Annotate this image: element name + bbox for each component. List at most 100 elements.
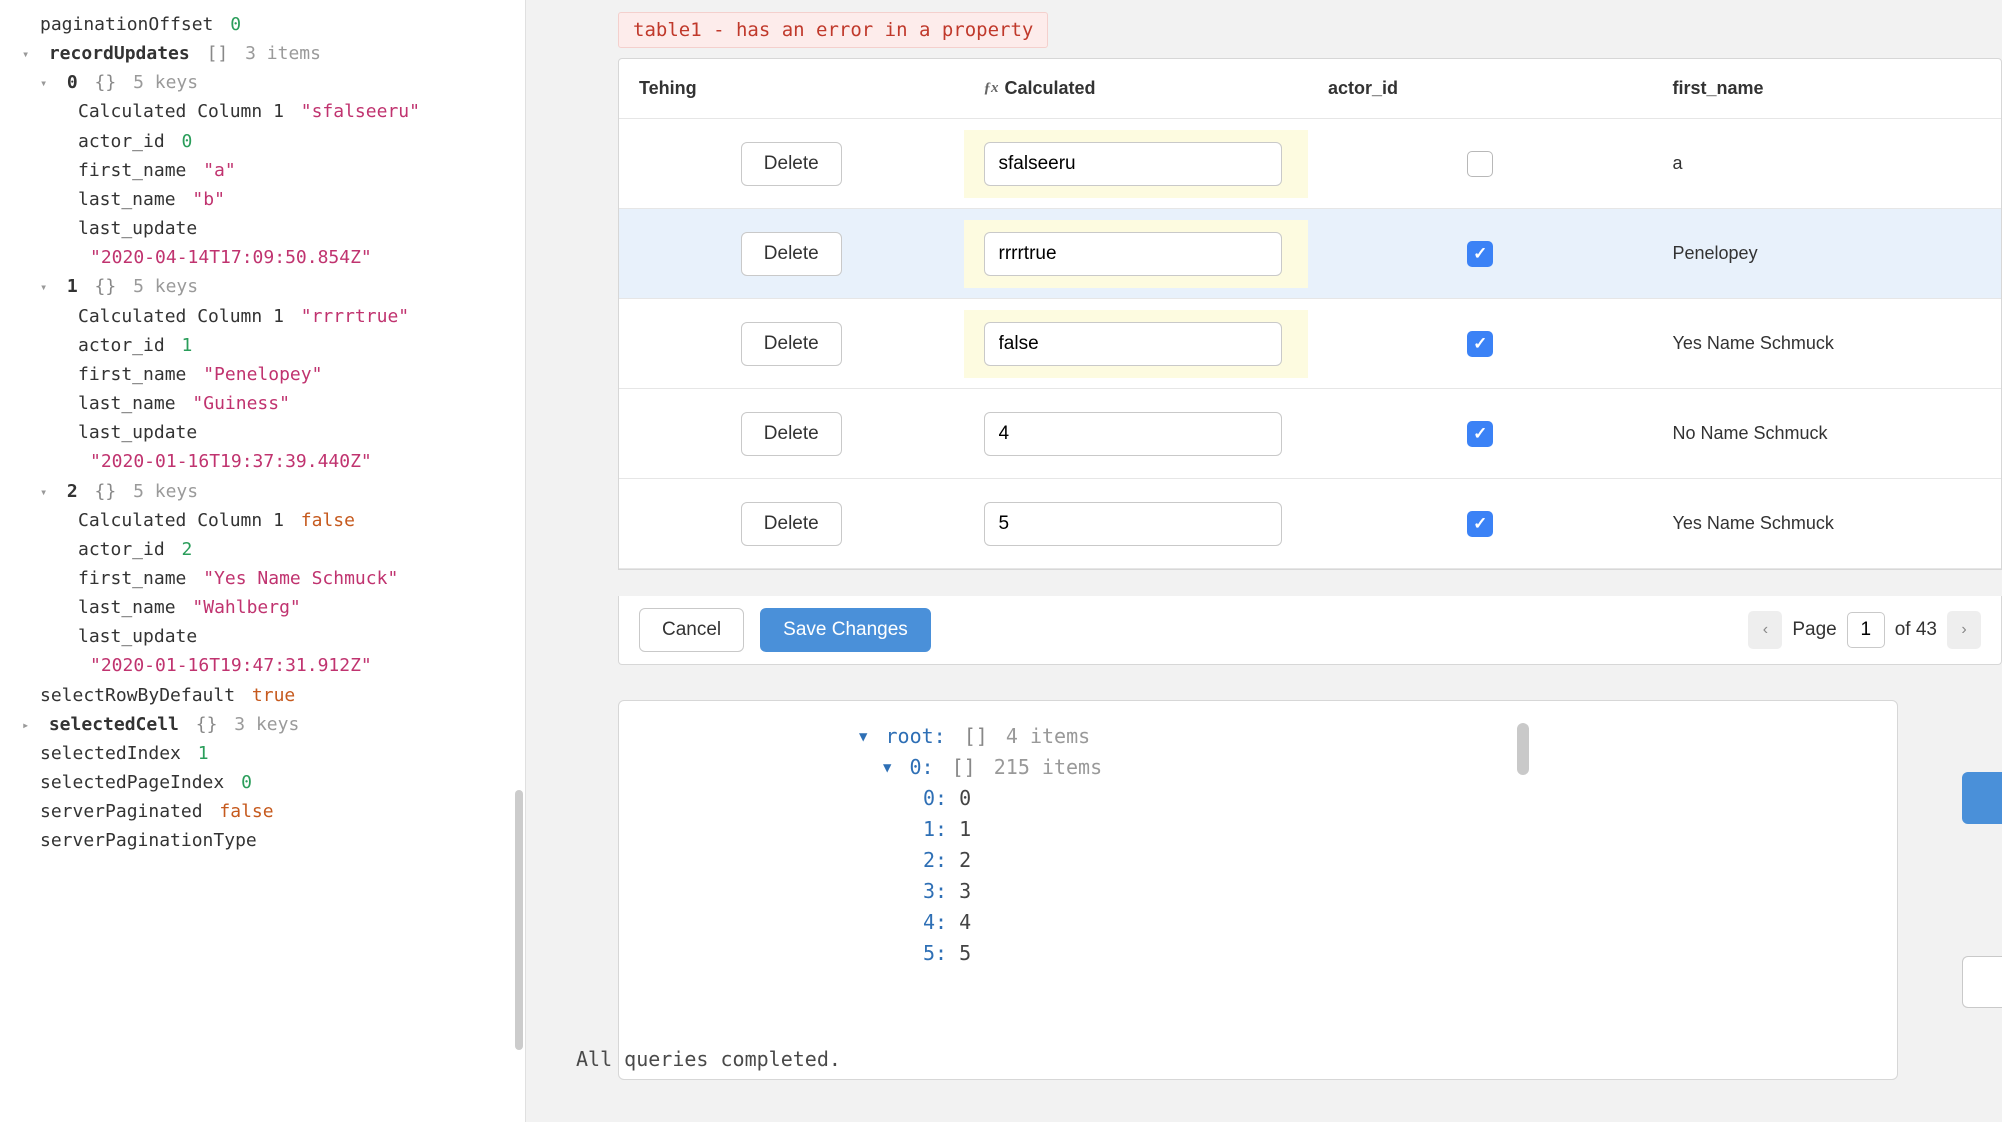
sidebar-scrollbar-thumb[interactable] [515,790,523,1050]
pagination: ‹ Page of 43 › [1748,611,1981,649]
record-2-header[interactable]: ▾ 2 {} 5 keys [0,477,525,506]
cell-calculated [964,310,1309,378]
calculated-input[interactable] [984,412,1282,456]
caret-down-icon[interactable]: ▼ [859,727,867,749]
delete-button[interactable]: Delete [741,232,842,276]
actor-checkbox[interactable] [1467,421,1493,447]
caret-right-icon[interactable]: ▸ [22,716,36,735]
cell-actor-id [1308,229,1653,279]
save-changes-button[interactable]: Save Changes [760,608,931,652]
chevron-right-icon: › [1961,621,1966,639]
cell-tehing: Delete [619,310,964,378]
calculated-input[interactable] [984,142,1282,186]
delete-button[interactable]: Delete [741,142,842,186]
cell-first-name[interactable]: No Name Schmuck [1653,411,2002,456]
cell-first-name[interactable]: Yes Name Schmuck [1653,321,2002,366]
col-header-actor-id[interactable]: actor_id [1308,66,1653,111]
record-1-first[interactable]: first_name "Penelopey" [0,360,525,389]
cancel-button[interactable]: Cancel [639,608,744,652]
delete-button[interactable]: Delete [741,412,842,456]
json-item[interactable]: 1: 1 [923,814,1619,845]
record-1-upd-key[interactable]: last_update [0,418,525,447]
prop-selectedIndex[interactable]: selectedIndex 1 [0,739,525,768]
prop-serverPaginationType[interactable]: serverPaginationType [0,826,525,855]
caret-down-icon[interactable]: ▾ [40,483,54,502]
record-2-upd-key[interactable]: last_update [0,622,525,651]
prop-selectRowByDefault[interactable]: selectRowByDefault true [0,681,525,710]
cell-first-name[interactable]: Penelopey [1653,231,2002,276]
right-edge-secondary-button[interactable] [1962,956,2002,1008]
record-1-calc[interactable]: Calculated Column 1 "rrrrtrue" [0,302,525,331]
json-preview-panel[interactable]: ▼ root: [] 4 items ▼ 0: [] 215 items 0: … [618,700,1898,1080]
table-row[interactable]: Delete a [619,119,2001,209]
record-2-calc[interactable]: Calculated Column 1 false [0,506,525,535]
record-2-last[interactable]: last_name "Wahlberg" [0,593,525,622]
cell-first-name[interactable]: a [1653,141,2002,186]
prop-paginationOffset[interactable]: paginationOffset 0 [0,10,525,39]
caret-down-icon[interactable]: ▾ [40,278,54,297]
caret-down-icon[interactable]: ▾ [40,74,54,93]
table-row[interactable]: Delete Yes Name Schmuck [619,299,2001,389]
cell-calculated [964,490,1309,558]
cell-calculated [964,130,1309,198]
record-0-actor[interactable]: actor_id 0 [0,127,525,156]
record-0-last[interactable]: last_name "b" [0,185,525,214]
record-1-upd-val: "2020-01-16T19:37:39.440Z" [0,447,525,476]
record-2-actor[interactable]: actor_id 2 [0,535,525,564]
page-input[interactable] [1847,612,1885,648]
cell-first-name[interactable]: Yes Name Schmuck [1653,501,2002,546]
inspector-tree[interactable]: paginationOffset 0 ▾ recordUpdates [] 3 … [0,10,525,1122]
fx-icon: ƒx [984,80,999,97]
caret-down-icon[interactable]: ▼ [883,758,891,780]
page-prev-button[interactable]: ‹ [1748,611,1782,649]
prop-selectedPageIndex[interactable]: selectedPageIndex 0 [0,768,525,797]
record-2-first[interactable]: first_name "Yes Name Schmuck" [0,564,525,593]
col-header-first-name[interactable]: first_name [1653,66,2002,111]
prop-selectedCell[interactable]: ▸ selectedCell {} 3 keys [0,710,525,739]
prop-recordUpdates[interactable]: ▾ recordUpdates [] 3 items [0,39,525,68]
record-0-upd-key[interactable]: last_update [0,214,525,243]
json-item[interactable]: 0: 0 [923,783,1619,814]
calculated-input[interactable] [984,232,1282,276]
actor-checkbox[interactable] [1467,241,1493,267]
calculated-input[interactable] [984,322,1282,366]
table-footer: Cancel Save Changes ‹ Page of 43 › [618,596,2002,665]
calculated-input[interactable] [984,502,1282,546]
chevron-left-icon: ‹ [1763,621,1768,639]
actor-checkbox[interactable] [1467,151,1493,177]
json-tree[interactable]: ▼ root: [] 4 items ▼ 0: [] 215 items 0: … [859,721,1619,1051]
json-item[interactable]: 4: 4 [923,907,1619,938]
component-error-chip[interactable]: table1 - has an error in a property [618,12,1048,48]
table1[interactable]: Tehing ƒx Calculated actor_id first_name… [618,58,2002,570]
record-0-calc[interactable]: Calculated Column 1 "sfalseeru" [0,97,525,126]
actor-checkbox[interactable] [1467,331,1493,357]
record-1-header[interactable]: ▾ 1 {} 5 keys [0,272,525,301]
cell-actor-id [1308,499,1653,549]
record-0-header[interactable]: ▾ 0 {} 5 keys [0,68,525,97]
cell-calculated [964,220,1309,288]
record-0-upd-val: "2020-04-14T17:09:50.854Z" [0,243,525,272]
table-row[interactable]: Delete No Name Schmuck [619,389,2001,479]
table-row[interactable]: Delete Penelopey [619,209,2001,299]
delete-button[interactable]: Delete [741,502,842,546]
right-edge-primary-button[interactable] [1962,772,2002,824]
left-inspector-panel: paginationOffset 0 ▾ recordUpdates [] 3 … [0,0,526,1122]
col-header-tehing[interactable]: Tehing [619,66,964,111]
cell-calculated [964,400,1309,468]
status-bar: All queries completed. [576,1047,841,1071]
json-item[interactable]: 2: 2 [923,845,1619,876]
record-0-first[interactable]: first_name "a" [0,156,525,185]
page-next-button[interactable]: › [1947,611,1981,649]
actor-checkbox[interactable] [1467,511,1493,537]
json-item[interactable]: 3: 3 [923,876,1619,907]
json-scrollbar-thumb[interactable] [1517,723,1529,775]
json-item[interactable]: 5: 5 [923,938,1619,969]
caret-down-icon[interactable]: ▾ [22,45,36,64]
table-row[interactable]: Delete Yes Name Schmuck [619,479,2001,569]
record-1-last[interactable]: last_name "Guiness" [0,389,525,418]
prop-serverPaginated[interactable]: serverPaginated false [0,797,525,826]
cell-tehing: Delete [619,490,964,558]
col-header-calculated[interactable]: ƒx Calculated [964,66,1309,111]
record-1-actor[interactable]: actor_id 1 [0,331,525,360]
delete-button[interactable]: Delete [741,322,842,366]
